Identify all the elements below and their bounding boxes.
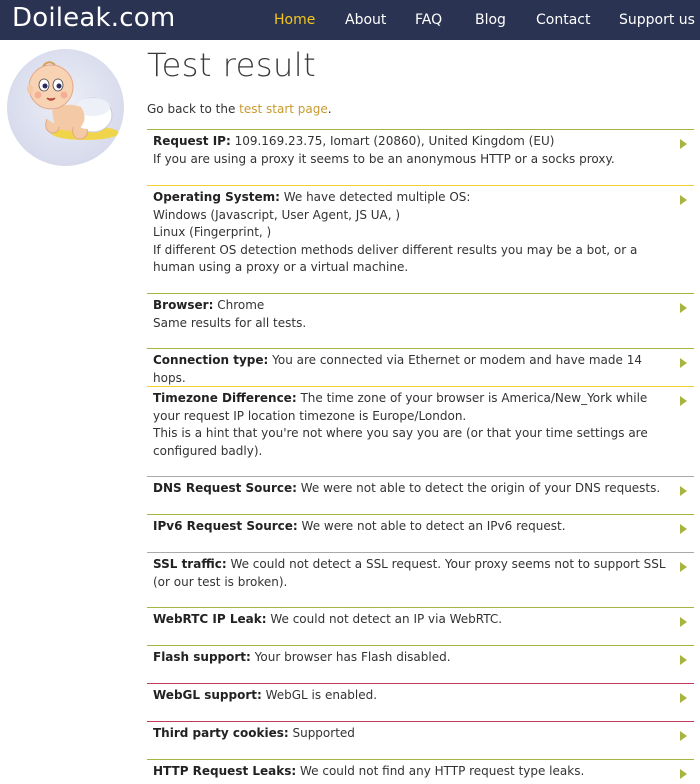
expand-arrow-icon[interactable] bbox=[680, 486, 687, 496]
result-label: HTTP Request Leaks: bbox=[153, 764, 297, 778]
expand-arrow-icon[interactable] bbox=[680, 358, 687, 368]
result-label: WebRTC IP Leak: bbox=[153, 612, 267, 626]
result-detail: Windows (Javascript, User Agent, JS UA, … bbox=[153, 207, 401, 222]
result-label: DNS Request Source: bbox=[153, 481, 297, 495]
expand-arrow-icon[interactable] bbox=[680, 693, 687, 703]
expand-arrow-icon[interactable] bbox=[680, 396, 687, 406]
result-divider bbox=[147, 386, 694, 387]
expand-arrow-icon[interactable] bbox=[680, 731, 687, 741]
result-label: Browser: bbox=[153, 298, 214, 312]
nav-faq[interactable]: FAQ bbox=[415, 12, 442, 28]
nav-home[interactable]: Home bbox=[274, 12, 315, 28]
result-divider bbox=[147, 607, 694, 608]
expand-arrow-icon[interactable] bbox=[680, 655, 687, 665]
result-connection-type: Connection type: You are connected via E… bbox=[147, 348, 694, 387]
result-label: Flash support: bbox=[153, 650, 251, 664]
result-divider bbox=[147, 552, 694, 553]
baby-mascot-avatar bbox=[7, 49, 124, 166]
expand-arrow-icon[interactable] bbox=[680, 617, 687, 627]
result-browser: Browser: Chrome Same results for all test… bbox=[147, 293, 694, 332]
result-value: Your browser has Flash disabled. bbox=[250, 650, 451, 664]
expand-arrow-icon[interactable] bbox=[680, 769, 687, 779]
result-value: Chrome bbox=[213, 298, 265, 312]
result-value: We were not able to detect an IPv6 reque… bbox=[297, 519, 566, 533]
back-text-suffix: . bbox=[327, 102, 332, 116]
back-text-prefix: Go back to the bbox=[147, 102, 240, 116]
expand-arrow-icon[interactable] bbox=[680, 524, 687, 534]
result-flash-support: Flash support: Your browser has Flash di… bbox=[147, 645, 694, 667]
nav-support-us[interactable]: Support us bbox=[619, 12, 695, 28]
top-navbar: Doileak.com Home About FAQ Blog Contact … bbox=[0, 0, 700, 40]
baby-mascot-icon bbox=[27, 61, 119, 140]
result-ipv6-request-source: IPv6 Request Source: We were not able to… bbox=[147, 514, 694, 536]
result-divider bbox=[147, 645, 694, 646]
result-divider bbox=[147, 683, 694, 684]
result-label: Timezone Difference: bbox=[153, 391, 297, 405]
page-title: Test result bbox=[147, 46, 317, 84]
back-to-start-line: Go back to the test start page. bbox=[147, 102, 332, 116]
result-label: Connection type: bbox=[153, 353, 269, 367]
nav-blog[interactable]: Blog bbox=[475, 12, 506, 28]
expand-arrow-icon[interactable] bbox=[680, 195, 687, 205]
expand-arrow-icon[interactable] bbox=[680, 139, 687, 149]
result-value: We could not detect an IP via WebRTC. bbox=[266, 612, 503, 626]
expand-arrow-icon[interactable] bbox=[680, 562, 687, 572]
test-start-page-link[interactable]: test start page bbox=[239, 102, 328, 116]
result-divider bbox=[147, 721, 694, 722]
result-timezone-difference: Timezone Difference: The time zone of yo… bbox=[147, 386, 694, 460]
result-value: We could not find any HTTP request type … bbox=[296, 764, 585, 778]
result-value: We have detected multiple OS: bbox=[279, 190, 471, 204]
result-divider bbox=[147, 185, 694, 186]
nav-contact[interactable]: Contact bbox=[536, 12, 590, 28]
result-value: Supported bbox=[288, 726, 355, 740]
result-label: IPv6 Request Source: bbox=[153, 519, 298, 533]
result-value: We could not detect a SSL request. Your … bbox=[153, 557, 666, 589]
result-label: Request IP: bbox=[153, 134, 231, 148]
result-label: Operating System: bbox=[153, 190, 280, 204]
result-detail: If different OS detection methods delive… bbox=[153, 242, 638, 275]
result-ssl-traffic: SSL traffic: We could not detect a SSL r… bbox=[147, 552, 694, 591]
result-http-request-leaks: HTTP Request Leaks: We could not find an… bbox=[147, 759, 694, 781]
result-label: Third party cookies: bbox=[153, 726, 289, 740]
result-third-party-cookies: Third party cookies: Supported bbox=[147, 721, 694, 743]
result-detail: If you are using a proxy it seems to be … bbox=[153, 151, 615, 166]
result-label: WebGL support: bbox=[153, 688, 262, 702]
expand-arrow-icon[interactable] bbox=[680, 303, 687, 313]
result-value: WebGL is enabled. bbox=[261, 688, 378, 702]
result-value: 109.169.23.75, Iomart (20860), United Ki… bbox=[230, 134, 555, 148]
result-detail: Same results for all tests. bbox=[153, 315, 307, 330]
nav-about[interactable]: About bbox=[345, 12, 386, 28]
result-dns-request-source: DNS Request Source: We were not able to … bbox=[147, 476, 694, 498]
result-divider bbox=[147, 129, 694, 130]
result-request-ip: Request IP: 109.169.23.75, Iomart (20860… bbox=[147, 129, 694, 168]
result-webgl-support: WebGL support: WebGL is enabled. bbox=[147, 683, 694, 705]
site-logo[interactable]: Doileak.com bbox=[12, 3, 175, 33]
result-value: We were not able to detect the origin of… bbox=[296, 481, 661, 495]
result-detail: Linux (Fingerprint, ) bbox=[153, 225, 272, 239]
result-divider bbox=[147, 514, 694, 515]
result-divider bbox=[147, 476, 694, 477]
result-operating-system: Operating System: We have detected multi… bbox=[147, 185, 694, 277]
result-label: SSL traffic: bbox=[153, 557, 227, 571]
result-divider bbox=[147, 293, 694, 294]
result-detail: This is a hint that you're not where you… bbox=[153, 426, 648, 458]
result-webrtc-ip-leak: WebRTC IP Leak: We could not detect an I… bbox=[147, 607, 694, 629]
result-divider bbox=[147, 759, 694, 760]
result-divider bbox=[147, 348, 694, 349]
